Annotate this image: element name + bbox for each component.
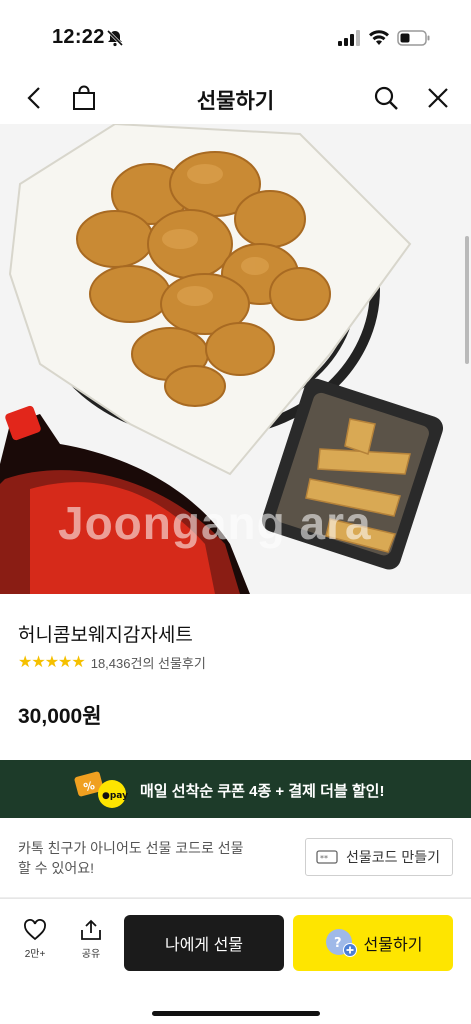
home-indicator[interactable] [152, 1011, 320, 1016]
battery-icon [397, 30, 430, 46]
gift-code-section: 카톡 친구가 아니어도 선물 코드로 선물 할 수 있어요! ** 선물코드 만… [0, 818, 471, 898]
coupon-pay-icon: % ●pay [74, 771, 128, 808]
friend-gift-icon: ? [325, 929, 357, 957]
top-navigation: 선물하기 [0, 72, 471, 124]
svg-text:●pay: ●pay [102, 791, 128, 801]
close-icon[interactable] [424, 84, 452, 112]
share-button[interactable]: 공유 [71, 919, 111, 960]
svg-text:**: ** [320, 854, 328, 863]
svg-text:?: ? [334, 936, 342, 951]
send-gift-label: 선물하기 [363, 937, 423, 954]
send-gift-button[interactable]: ? 선물하기 [293, 915, 453, 971]
create-gift-code-button[interactable]: ** 선물코드 만들기 [305, 838, 453, 876]
watermark: Joongang ara [58, 497, 372, 549]
create-gift-code-label: 선물코드 만들기 [346, 849, 441, 865]
search-icon[interactable] [372, 84, 400, 112]
product-name: 허니콤보웨지감자세트 [18, 625, 193, 646]
gift-code-description: 카톡 친구가 아니어도 선물 코드로 선물 할 수 있어요! [18, 840, 244, 876]
promo-banner[interactable]: % ●pay 매일 선착순 쿠폰 4종 + 결제 더블 할인! [0, 760, 471, 818]
page-title: 선물하기 [196, 90, 275, 113]
share-icon [81, 919, 101, 940]
gift-to-self-label: 나에게 선물 [164, 937, 244, 954]
wifi-icon [369, 30, 389, 45]
bottom-action-bar: 2만+ 공유 나에게 선물 ? 선물하기 [0, 898, 471, 1024]
bell-off-icon [106, 29, 124, 47]
share-label: 공유 [81, 949, 101, 960]
scrollbar[interactable] [465, 236, 469, 364]
like-button[interactable]: 2만+ [15, 919, 55, 960]
product-price: 30,000원 [18, 705, 102, 728]
like-count: 2만+ [24, 949, 46, 960]
star-rating: ★★★★★ [18, 654, 86, 671]
gift-code-icon: ** [316, 850, 338, 864]
review-count: 18,436건의 선물후기 [90, 655, 206, 671]
rating-row[interactable]: ★★★★★ 18,436건의 선물후기 [18, 652, 206, 672]
heart-icon [24, 919, 46, 941]
status-bar: 12:22 [0, 0, 471, 72]
gift-to-self-button[interactable]: 나에게 선물 [124, 915, 284, 971]
promo-text: 매일 선착순 쿠폰 4종 + 결제 더블 할인! [140, 783, 385, 800]
status-time: 12:22 [52, 26, 105, 48]
signal-icon [338, 30, 360, 46]
product-image: Joongang ara [0, 124, 471, 594]
